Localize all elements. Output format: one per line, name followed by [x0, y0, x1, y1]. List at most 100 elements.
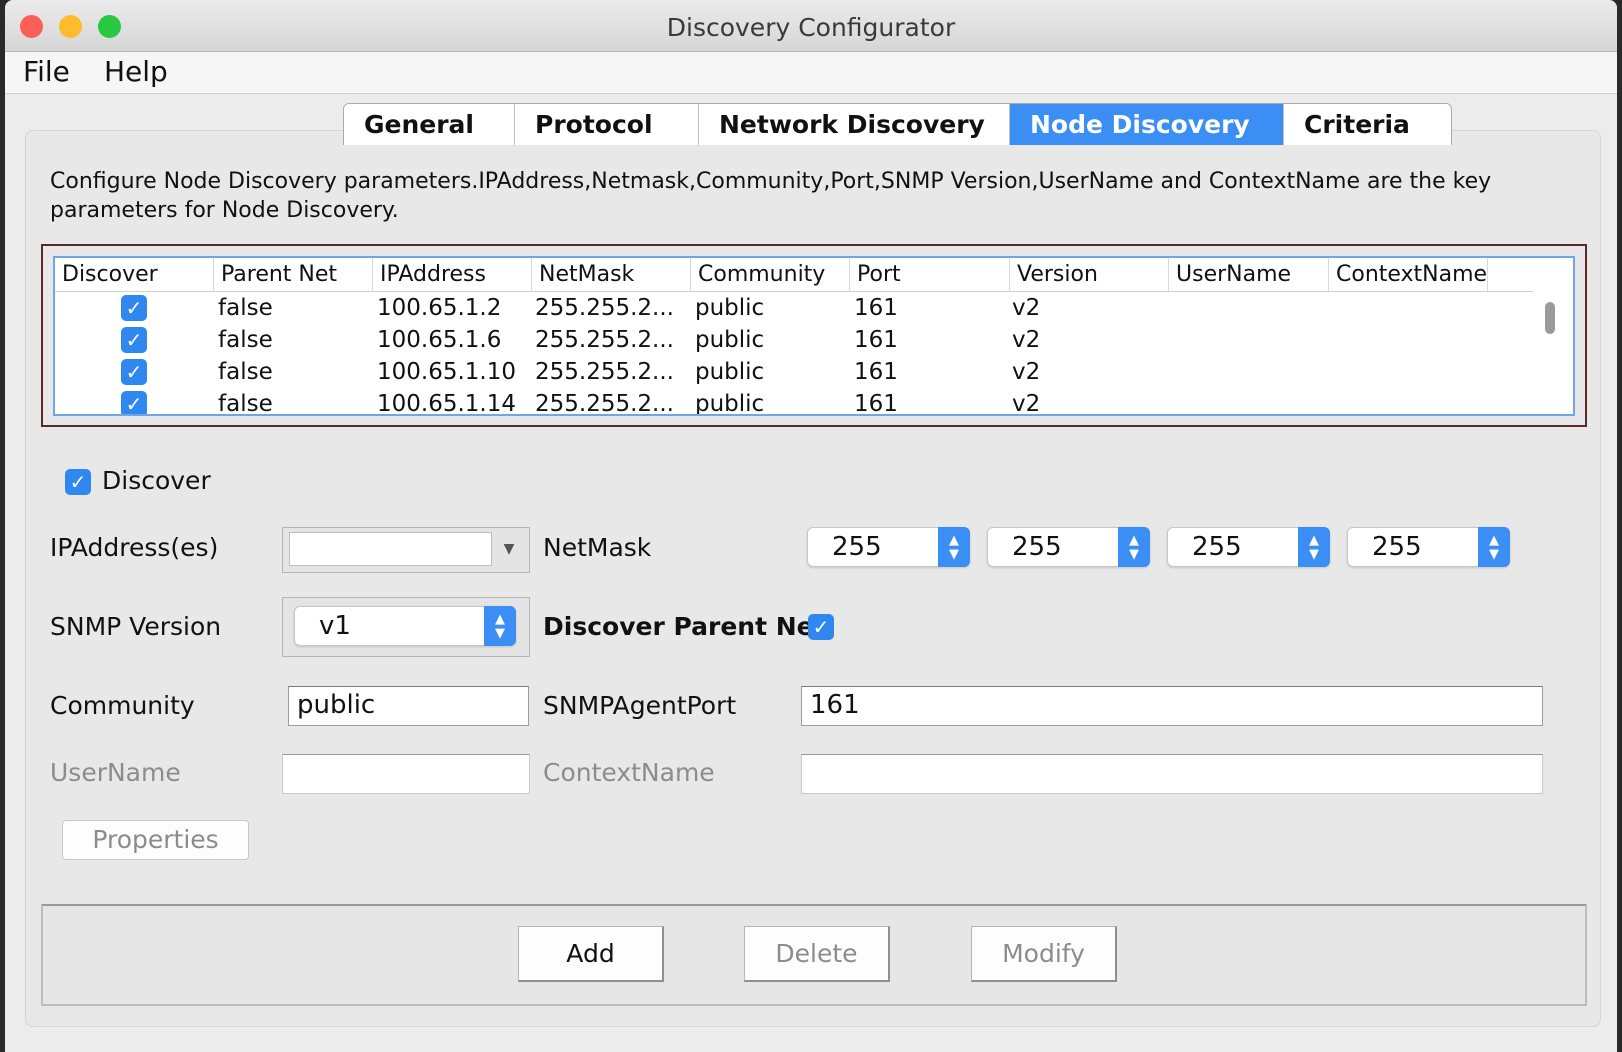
- cell-port: 161: [854, 391, 898, 416]
- netmask-octet-4-stepper[interactable]: ▲ ▼: [1478, 527, 1510, 567]
- netmask-octet-1-stepper[interactable]: ▲ ▼: [938, 527, 970, 567]
- node-table[interactable]: Discover Parent Net IPAddress NetMask Co…: [53, 256, 1575, 416]
- properties-button[interactable]: Properties: [62, 820, 249, 860]
- tab-criteria[interactable]: Criteria: [1284, 104, 1451, 145]
- tab-protocol[interactable]: Protocol: [515, 104, 699, 145]
- netmask-octet-1-spinner[interactable]: 255 ▲ ▼: [807, 527, 970, 567]
- table-scrollbar[interactable]: [1540, 294, 1558, 414]
- description-text: Configure Node Discovery parameters.IPAd…: [50, 169, 1492, 223]
- row-discover-checkbox[interactable]: ✓: [121, 359, 147, 385]
- spin-down-icon[interactable]: ▼: [1298, 548, 1330, 561]
- cell-netmask: 255.255.2...: [535, 391, 674, 416]
- column-header-netmask[interactable]: NetMask: [532, 258, 691, 292]
- column-header-username[interactable]: UserName: [1169, 258, 1329, 292]
- cell-port: 161: [854, 327, 898, 353]
- netmask-octet-3-stepper[interactable]: ▲ ▼: [1298, 527, 1330, 567]
- cell-ipaddress: 100.65.1.14: [377, 391, 516, 416]
- community-input[interactable]: public: [288, 686, 529, 726]
- column-header-version[interactable]: Version: [1010, 258, 1169, 292]
- cell-netmask: 255.255.2...: [535, 327, 674, 353]
- spin-down-icon[interactable]: ▼: [938, 548, 970, 561]
- snmp-version-frame: v1 ▲ ▼: [282, 597, 530, 657]
- cell-netmask: 255.255.2...: [535, 295, 674, 321]
- row-discover-checkbox[interactable]: ✓: [121, 295, 147, 321]
- cell-port: 161: [854, 295, 898, 321]
- netmask-octet-3-spinner[interactable]: 255 ▲ ▼: [1167, 527, 1330, 567]
- spin-up-icon[interactable]: ▲: [1298, 534, 1330, 547]
- table-row[interactable]: ✓ false 100.65.1.10 255.255.2... public …: [55, 356, 1533, 388]
- row-discover-checkbox[interactable]: ✓: [121, 327, 147, 353]
- spin-up-icon[interactable]: ▲: [1478, 534, 1510, 547]
- row-discover-checkbox[interactable]: ✓: [121, 391, 147, 414]
- ipaddress-label: IPAddress(es): [50, 533, 219, 562]
- column-header-parent-net[interactable]: Parent Net: [214, 258, 373, 292]
- table-header: Discover Parent Net IPAddress NetMask Co…: [55, 258, 1533, 292]
- netmask-octet-1-value[interactable]: 255: [832, 528, 882, 566]
- netmask-octet-2-value[interactable]: 255: [1012, 528, 1062, 566]
- contextname-input[interactable]: [801, 754, 1543, 794]
- snmp-version-stepper[interactable]: ▲ ▼: [484, 606, 516, 646]
- window-title: Discovery Configurator: [666, 13, 956, 42]
- spin-down-icon[interactable]: ▼: [1118, 548, 1150, 561]
- spin-up-icon[interactable]: ▲: [938, 534, 970, 547]
- cell-ipaddress: 100.65.1.6: [377, 327, 502, 353]
- spin-up-icon[interactable]: ▲: [1118, 534, 1150, 547]
- tab-node-discovery[interactable]: Node Discovery: [1010, 104, 1284, 145]
- column-header-discover[interactable]: Discover: [55, 258, 214, 292]
- netmask-octet-4-value[interactable]: 255: [1372, 528, 1422, 566]
- app-window: Discovery Configurator File Help General…: [5, 0, 1617, 1052]
- column-header-contextname[interactable]: ContextName: [1329, 258, 1488, 292]
- menu-file[interactable]: File: [23, 55, 70, 88]
- cell-community: public: [695, 327, 765, 353]
- action-button-panel: Add Delete Modify: [41, 904, 1587, 1006]
- contextname-label: ContextName: [543, 758, 715, 787]
- cell-netmask: 255.255.2...: [535, 359, 674, 385]
- cell-version: v2: [1012, 295, 1041, 321]
- netmask-octet-4-spinner[interactable]: 255 ▲ ▼: [1347, 527, 1510, 567]
- snmp-version-value[interactable]: v1: [319, 607, 351, 645]
- column-header-ipaddress[interactable]: IPAddress: [373, 258, 532, 292]
- discover-label: Discover: [102, 466, 211, 495]
- spin-down-icon[interactable]: ▼: [484, 627, 516, 640]
- menu-help[interactable]: Help: [104, 55, 168, 88]
- username-label: UserName: [50, 758, 181, 787]
- netmask-octet-3-value[interactable]: 255: [1192, 528, 1242, 566]
- username-input[interactable]: [282, 754, 530, 794]
- snmp-version-label: SNMP Version: [50, 612, 222, 641]
- cell-parent-net: false: [218, 295, 273, 321]
- tab-network-discovery[interactable]: Network Discovery: [699, 104, 1010, 145]
- cell-community: public: [695, 359, 765, 385]
- cell-parent-net: false: [218, 327, 273, 353]
- chevron-down-icon[interactable]: ▼: [496, 532, 522, 566]
- cell-community: public: [695, 391, 765, 416]
- snmp-version-select[interactable]: v1 ▲ ▼: [294, 606, 516, 646]
- tab-general[interactable]: General: [344, 104, 515, 145]
- ipaddress-combobox[interactable]: ▼: [282, 527, 530, 573]
- cell-parent-net: false: [218, 391, 273, 416]
- netmask-label: NetMask: [543, 533, 652, 562]
- tab-bar: General Protocol Network Discovery Node …: [343, 103, 1452, 145]
- discover-parent-net-checkbox[interactable]: ✓: [808, 614, 834, 640]
- netmask-octet-2-spinner[interactable]: 255 ▲ ▼: [987, 527, 1150, 567]
- scrollbar-thumb[interactable]: [1545, 302, 1555, 334]
- column-header-port[interactable]: Port: [850, 258, 1010, 292]
- community-label: Community: [50, 691, 195, 720]
- table-row[interactable]: ✓ false 100.65.1.14 255.255.2... public …: [55, 388, 1533, 416]
- column-header-community[interactable]: Community: [691, 258, 850, 292]
- menu-bar: File Help: [5, 52, 1617, 94]
- cell-ipaddress: 100.65.1.10: [377, 359, 516, 385]
- delete-button[interactable]: Delete: [744, 926, 890, 982]
- spin-down-icon[interactable]: ▼: [1478, 548, 1510, 561]
- netmask-octet-2-stepper[interactable]: ▲ ▼: [1118, 527, 1150, 567]
- modify-button[interactable]: Modify: [971, 926, 1117, 982]
- snmp-agent-port-label: SNMPAgentPort: [543, 691, 737, 720]
- discover-parent-net-label: Discover Parent Net: [543, 612, 826, 641]
- ipaddress-input[interactable]: [289, 532, 492, 566]
- add-button[interactable]: Add: [518, 926, 664, 982]
- discover-checkbox[interactable]: ✓: [65, 469, 91, 495]
- spin-up-icon[interactable]: ▲: [484, 613, 516, 626]
- table-row[interactable]: ✓ false 100.65.1.6 255.255.2... public 1…: [55, 324, 1533, 356]
- cell-port: 161: [854, 359, 898, 385]
- snmp-agent-port-input[interactable]: 161: [801, 686, 1543, 726]
- table-row[interactable]: ✓ false 100.65.1.2 255.255.2... public 1…: [55, 292, 1533, 324]
